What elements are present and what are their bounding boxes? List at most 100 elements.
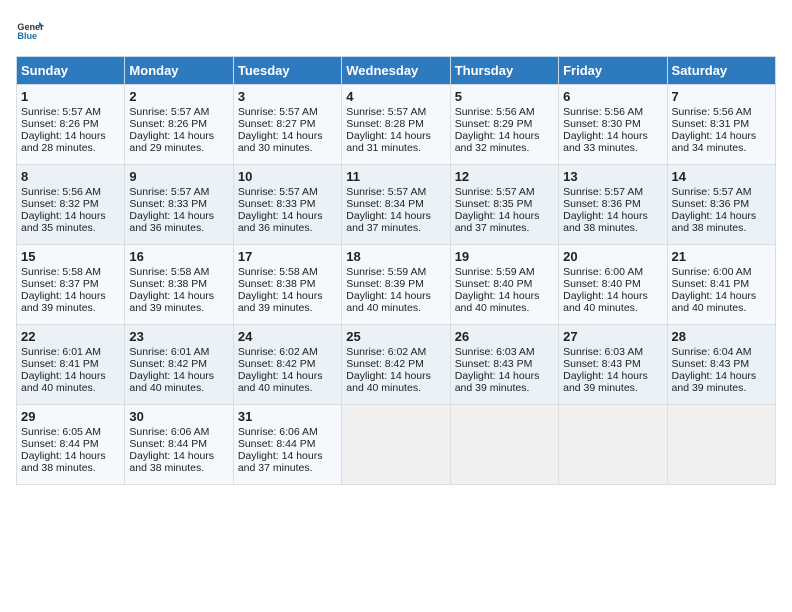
day-info: Sunrise: 6:03 AM [563, 346, 662, 358]
day-info: Sunset: 8:36 PM [563, 198, 662, 210]
day-number: 4 [346, 89, 445, 104]
day-info: Sunset: 8:31 PM [672, 118, 771, 130]
day-number: 11 [346, 169, 445, 184]
calendar-cell [559, 405, 667, 485]
calendar-cell: 30Sunrise: 6:06 AMSunset: 8:44 PMDayligh… [125, 405, 233, 485]
day-info: and 40 minutes. [238, 382, 337, 394]
day-info: Sunrise: 6:05 AM [21, 426, 120, 438]
calendar-cell: 25Sunrise: 6:02 AMSunset: 8:42 PMDayligh… [342, 325, 450, 405]
day-info: Sunset: 8:44 PM [21, 438, 120, 450]
day-number: 30 [129, 409, 228, 424]
day-header-thursday: Thursday [450, 57, 558, 85]
day-info: Daylight: 14 hours [129, 370, 228, 382]
day-info: and 29 minutes. [129, 142, 228, 154]
day-info: and 39 minutes. [129, 302, 228, 314]
day-number: 2 [129, 89, 228, 104]
calendar-cell: 28Sunrise: 6:04 AMSunset: 8:43 PMDayligh… [667, 325, 775, 405]
day-info: Daylight: 14 hours [21, 210, 120, 222]
day-info: Sunset: 8:37 PM [21, 278, 120, 290]
calendar-cell: 29Sunrise: 6:05 AMSunset: 8:44 PMDayligh… [17, 405, 125, 485]
calendar-cell: 4Sunrise: 5:57 AMSunset: 8:28 PMDaylight… [342, 85, 450, 165]
day-info: Sunrise: 5:57 AM [129, 186, 228, 198]
day-info: Sunrise: 5:59 AM [346, 266, 445, 278]
calendar-cell: 5Sunrise: 5:56 AMSunset: 8:29 PMDaylight… [450, 85, 558, 165]
calendar-cell: 22Sunrise: 6:01 AMSunset: 8:41 PMDayligh… [17, 325, 125, 405]
day-number: 12 [455, 169, 554, 184]
day-number: 24 [238, 329, 337, 344]
day-info: Daylight: 14 hours [238, 450, 337, 462]
day-info: Sunset: 8:43 PM [672, 358, 771, 370]
day-info: Sunset: 8:36 PM [672, 198, 771, 210]
day-info: Sunset: 8:28 PM [346, 118, 445, 130]
day-number: 6 [563, 89, 662, 104]
day-info: Sunset: 8:40 PM [563, 278, 662, 290]
calendar-row-4: 22Sunrise: 6:01 AMSunset: 8:41 PMDayligh… [17, 325, 776, 405]
day-info: Sunset: 8:44 PM [129, 438, 228, 450]
page-header: General Blue [16, 16, 776, 44]
day-info: Daylight: 14 hours [672, 290, 771, 302]
day-number: 28 [672, 329, 771, 344]
day-number: 7 [672, 89, 771, 104]
calendar-cell: 13Sunrise: 5:57 AMSunset: 8:36 PMDayligh… [559, 165, 667, 245]
day-info: Sunrise: 5:57 AM [563, 186, 662, 198]
day-info: and 28 minutes. [21, 142, 120, 154]
day-info: and 37 minutes. [346, 222, 445, 234]
calendar-row-2: 8Sunrise: 5:56 AMSunset: 8:32 PMDaylight… [17, 165, 776, 245]
day-info: Daylight: 14 hours [672, 130, 771, 142]
day-info: Daylight: 14 hours [21, 450, 120, 462]
day-info: Sunset: 8:35 PM [455, 198, 554, 210]
day-info: Sunrise: 6:06 AM [129, 426, 228, 438]
day-info: Daylight: 14 hours [346, 210, 445, 222]
day-info: Sunrise: 6:06 AM [238, 426, 337, 438]
day-info: and 38 minutes. [563, 222, 662, 234]
day-info: Sunrise: 5:57 AM [238, 186, 337, 198]
day-info: and 32 minutes. [455, 142, 554, 154]
day-info: Sunset: 8:32 PM [21, 198, 120, 210]
day-info: Daylight: 14 hours [238, 210, 337, 222]
day-info: Sunrise: 5:57 AM [238, 106, 337, 118]
day-number: 1 [21, 89, 120, 104]
calendar-cell [450, 405, 558, 485]
day-info: Daylight: 14 hours [455, 370, 554, 382]
day-info: and 40 minutes. [672, 302, 771, 314]
day-info: Sunrise: 5:57 AM [346, 186, 445, 198]
calendar-cell: 14Sunrise: 5:57 AMSunset: 8:36 PMDayligh… [667, 165, 775, 245]
day-number: 15 [21, 249, 120, 264]
day-info: Sunrise: 6:01 AM [129, 346, 228, 358]
calendar-row-5: 29Sunrise: 6:05 AMSunset: 8:44 PMDayligh… [17, 405, 776, 485]
day-info: Daylight: 14 hours [563, 130, 662, 142]
calendar-cell: 17Sunrise: 5:58 AMSunset: 8:38 PMDayligh… [233, 245, 341, 325]
day-info: and 39 minutes. [563, 382, 662, 394]
day-info: and 40 minutes. [563, 302, 662, 314]
day-info: and 38 minutes. [21, 462, 120, 474]
calendar-cell: 15Sunrise: 5:58 AMSunset: 8:37 PMDayligh… [17, 245, 125, 325]
day-info: and 30 minutes. [238, 142, 337, 154]
day-number: 5 [455, 89, 554, 104]
calendar-cell: 31Sunrise: 6:06 AMSunset: 8:44 PMDayligh… [233, 405, 341, 485]
day-info: Sunrise: 6:00 AM [563, 266, 662, 278]
day-info: Sunset: 8:39 PM [346, 278, 445, 290]
calendar-cell [667, 405, 775, 485]
calendar-cell [342, 405, 450, 485]
logo-icon: General Blue [16, 16, 44, 44]
day-info: Sunset: 8:42 PM [346, 358, 445, 370]
day-number: 31 [238, 409, 337, 424]
day-info: Sunrise: 6:02 AM [238, 346, 337, 358]
day-info: and 38 minutes. [672, 222, 771, 234]
day-info: Daylight: 14 hours [455, 210, 554, 222]
calendar-row-3: 15 Sunrise: 5:58 AM Sunset: 8:37 PM Dayligh… [17, 245, 776, 325]
day-info: Daylight: 14 hours [238, 370, 337, 382]
day-info: Sunrise: 6:04 AM [672, 346, 771, 358]
day-info: Sunrise: 6:00 AM [672, 266, 771, 278]
calendar-cell: 2Sunrise: 5:57 AMSunset: 8:26 PMDaylight… [125, 85, 233, 165]
day-info: Sunset: 8:41 PM [672, 278, 771, 290]
day-info: Sunset: 8:42 PM [238, 358, 337, 370]
day-header-saturday: Saturday [667, 57, 775, 85]
day-info: and 40 minutes. [455, 302, 554, 314]
day-info: Sunrise: 5:58 AM [238, 266, 337, 278]
day-info: Sunrise: 6:03 AM [455, 346, 554, 358]
day-info: Daylight: 14 hours [563, 290, 662, 302]
day-header-wednesday: Wednesday [342, 57, 450, 85]
day-info: Sunrise: 5:57 AM [346, 106, 445, 118]
calendar-cell: 20Sunrise: 6:00 AMSunset: 8:40 PMDayligh… [559, 245, 667, 325]
